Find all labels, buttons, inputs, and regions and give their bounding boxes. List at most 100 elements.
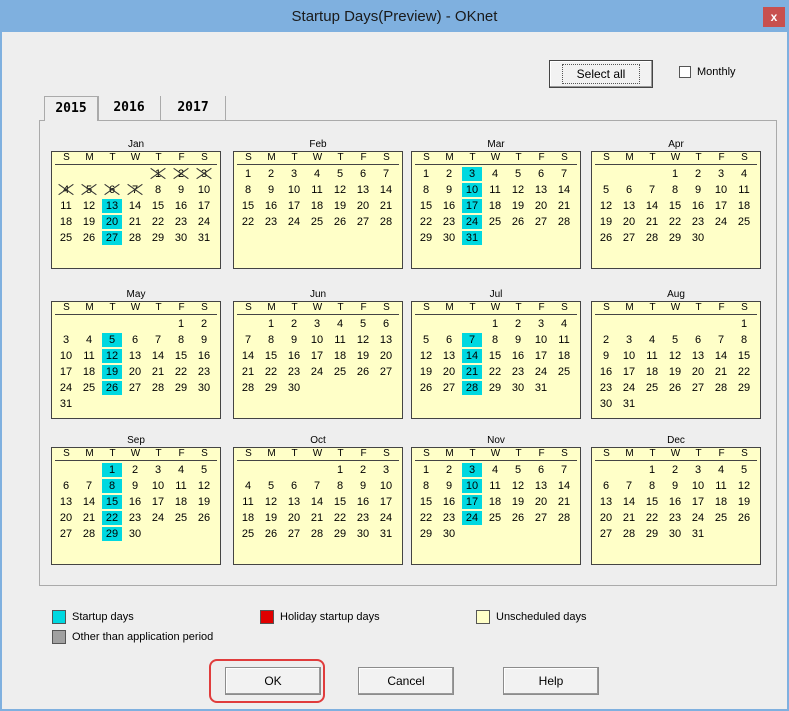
- day-cell[interactable]: 7: [554, 463, 574, 477]
- day-cell[interactable]: 16: [284, 349, 304, 363]
- day-cell[interactable]: 25: [330, 365, 350, 379]
- day-cell[interactable]: 10: [148, 479, 168, 493]
- day-cell[interactable]: 24: [462, 511, 482, 525]
- day-cell[interactable]: 17: [148, 495, 168, 509]
- day-cell[interactable]: 6: [596, 479, 616, 493]
- day-cell[interactable]: 30: [439, 231, 459, 245]
- day-cell[interactable]: 4: [711, 463, 731, 477]
- day-cell[interactable]: 23: [596, 381, 616, 395]
- day-cell[interactable]: 22: [642, 511, 662, 525]
- day-cell[interactable]: 22: [238, 215, 258, 229]
- day-cell[interactable]: 21: [642, 215, 662, 229]
- day-cell[interactable]: 5: [508, 167, 528, 181]
- day-cell[interactable]: 15: [485, 349, 505, 363]
- day-cell[interactable]: 31: [619, 397, 639, 411]
- day-cell[interactable]: 20: [439, 365, 459, 379]
- day-cell[interactable]: 15: [148, 199, 168, 213]
- day-cell[interactable]: 25: [56, 231, 76, 245]
- day-cell[interactable]: 3: [619, 333, 639, 347]
- day-cell[interactable]: 23: [665, 511, 685, 525]
- day-cell[interactable]: 1: [642, 463, 662, 477]
- day-cell[interactable]: 23: [439, 511, 459, 525]
- day-cell[interactable]: 13: [102, 199, 122, 213]
- day-cell[interactable]: 22: [148, 215, 168, 229]
- day-cell[interactable]: 1: [171, 317, 191, 331]
- day-cell[interactable]: 10: [531, 333, 551, 347]
- day-cell[interactable]: 8: [642, 479, 662, 493]
- day-cell[interactable]: 18: [307, 199, 327, 213]
- day-cell[interactable]: 23: [353, 511, 373, 525]
- day-cell[interactable]: 11: [171, 479, 191, 493]
- day-cell[interactable]: 2: [688, 167, 708, 181]
- day-cell[interactable]: 2: [261, 167, 281, 181]
- day-cell[interactable]: 18: [642, 365, 662, 379]
- day-cell[interactable]: 23: [261, 215, 281, 229]
- day-cell[interactable]: 22: [261, 365, 281, 379]
- day-cell[interactable]: 29: [102, 527, 122, 541]
- day-cell[interactable]: 4: [554, 317, 574, 331]
- day-cell[interactable]: 29: [416, 231, 436, 245]
- day-cell[interactable]: 18: [554, 349, 574, 363]
- day-cell[interactable]: 13: [688, 349, 708, 363]
- day-cell[interactable]: 4: [171, 463, 191, 477]
- day-cell[interactable]: 17: [284, 199, 304, 213]
- day-cell[interactable]: 24: [711, 215, 731, 229]
- day-cell[interactable]: 30: [665, 527, 685, 541]
- tab-2015[interactable]: 2015: [44, 96, 98, 121]
- day-cell[interactable]: 8: [102, 479, 122, 493]
- day-cell[interactable]: 19: [79, 215, 99, 229]
- day-cell[interactable]: 6: [284, 479, 304, 493]
- day-cell[interactable]: 14: [148, 349, 168, 363]
- day-cell[interactable]: 26: [102, 381, 122, 395]
- day-cell[interactable]: 13: [596, 495, 616, 509]
- day-cell[interactable]: 26: [734, 511, 754, 525]
- day-cell[interactable]: 1: [102, 463, 122, 477]
- day-cell[interactable]: 8: [261, 333, 281, 347]
- day-cell[interactable]: 10: [284, 183, 304, 197]
- day-cell[interactable]: 6: [353, 167, 373, 181]
- day-cell[interactable]: 6: [102, 183, 122, 197]
- day-cell[interactable]: 25: [485, 215, 505, 229]
- day-cell[interactable]: 22: [171, 365, 191, 379]
- day-cell[interactable]: 31: [376, 527, 396, 541]
- day-cell[interactable]: 4: [642, 333, 662, 347]
- day-cell[interactable]: 26: [596, 231, 616, 245]
- day-cell[interactable]: 21: [462, 365, 482, 379]
- day-cell[interactable]: 29: [330, 527, 350, 541]
- day-cell[interactable]: 12: [102, 349, 122, 363]
- day-cell[interactable]: 21: [376, 199, 396, 213]
- day-cell[interactable]: 28: [554, 215, 574, 229]
- day-cell[interactable]: 24: [462, 215, 482, 229]
- select-all-button[interactable]: Select all: [549, 60, 653, 88]
- day-cell[interactable]: 10: [194, 183, 214, 197]
- day-cell[interactable]: 26: [508, 215, 528, 229]
- day-cell[interactable]: 21: [238, 365, 258, 379]
- day-cell[interactable]: 21: [711, 365, 731, 379]
- day-cell[interactable]: 1: [261, 317, 281, 331]
- day-cell[interactable]: 25: [238, 527, 258, 541]
- day-cell[interactable]: 12: [353, 333, 373, 347]
- day-cell[interactable]: 28: [79, 527, 99, 541]
- day-cell[interactable]: 6: [376, 317, 396, 331]
- day-cell[interactable]: 30: [439, 527, 459, 541]
- day-cell[interactable]: 21: [79, 511, 99, 525]
- day-cell[interactable]: 13: [56, 495, 76, 509]
- day-cell[interactable]: 24: [148, 511, 168, 525]
- day-cell[interactable]: 20: [531, 199, 551, 213]
- day-cell[interactable]: 4: [56, 183, 76, 197]
- day-cell[interactable]: 7: [238, 333, 258, 347]
- day-cell[interactable]: 8: [148, 183, 168, 197]
- day-cell[interactable]: 3: [307, 317, 327, 331]
- day-cell[interactable]: 5: [330, 167, 350, 181]
- day-cell[interactable]: 20: [284, 511, 304, 525]
- day-cell[interactable]: 18: [711, 495, 731, 509]
- day-cell[interactable]: 21: [554, 495, 574, 509]
- day-cell[interactable]: 16: [439, 199, 459, 213]
- day-cell[interactable]: 15: [734, 349, 754, 363]
- day-cell[interactable]: 17: [307, 349, 327, 363]
- day-cell[interactable]: 2: [284, 317, 304, 331]
- day-cell[interactable]: 25: [554, 365, 574, 379]
- day-cell[interactable]: 7: [711, 333, 731, 347]
- day-cell[interactable]: 8: [485, 333, 505, 347]
- day-cell[interactable]: 24: [688, 511, 708, 525]
